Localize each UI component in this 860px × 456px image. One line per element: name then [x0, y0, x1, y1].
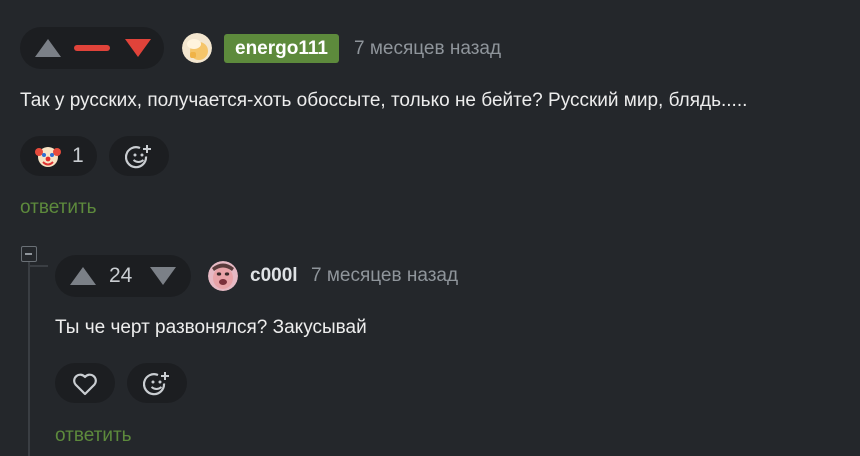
avatar[interactable] — [208, 261, 238, 291]
thread-connector — [28, 265, 48, 267]
reply-link[interactable]: ответить — [55, 425, 132, 447]
timestamp[interactable]: 7 месяцев назад — [311, 265, 458, 287]
reply-link[interactable]: ответить — [20, 197, 97, 219]
upvote-icon[interactable] — [70, 267, 96, 285]
thread-line[interactable] — [28, 262, 30, 456]
heart-icon — [73, 373, 97, 396]
rating-control — [20, 27, 164, 69]
avatar[interactable] — [182, 33, 212, 63]
timestamp[interactable]: 7 месяцев назад — [354, 38, 501, 60]
rating-control: 24 — [55, 255, 191, 297]
downvote-icon[interactable] — [150, 267, 176, 285]
downvote-icon[interactable] — [125, 39, 151, 57]
author-name[interactable]: energo111 — [224, 34, 339, 63]
reaction-clown-button[interactable]: 1 — [20, 136, 97, 176]
add-reaction-button[interactable] — [109, 136, 169, 176]
like-button[interactable] — [55, 363, 115, 403]
comment-text: Ты че черт развонялся? Закусывай — [55, 317, 367, 338]
avatar-image — [208, 261, 238, 291]
upvote-icon[interactable] — [35, 39, 61, 57]
add-reaction-icon — [125, 145, 151, 169]
comment-text: Так у русских, получается-хоть обоссыте,… — [20, 90, 748, 111]
rating-value: 24 — [109, 264, 133, 287]
add-reaction-button[interactable] — [127, 363, 187, 403]
clown-icon — [35, 147, 61, 167]
add-reaction-icon — [143, 372, 169, 396]
collapse-thread-icon[interactable] — [21, 246, 37, 262]
author-name[interactable]: c000l — [250, 265, 298, 287]
negative-rating-indicator — [74, 45, 110, 51]
reaction-count: 1 — [72, 144, 84, 167]
avatar-image — [182, 33, 212, 63]
